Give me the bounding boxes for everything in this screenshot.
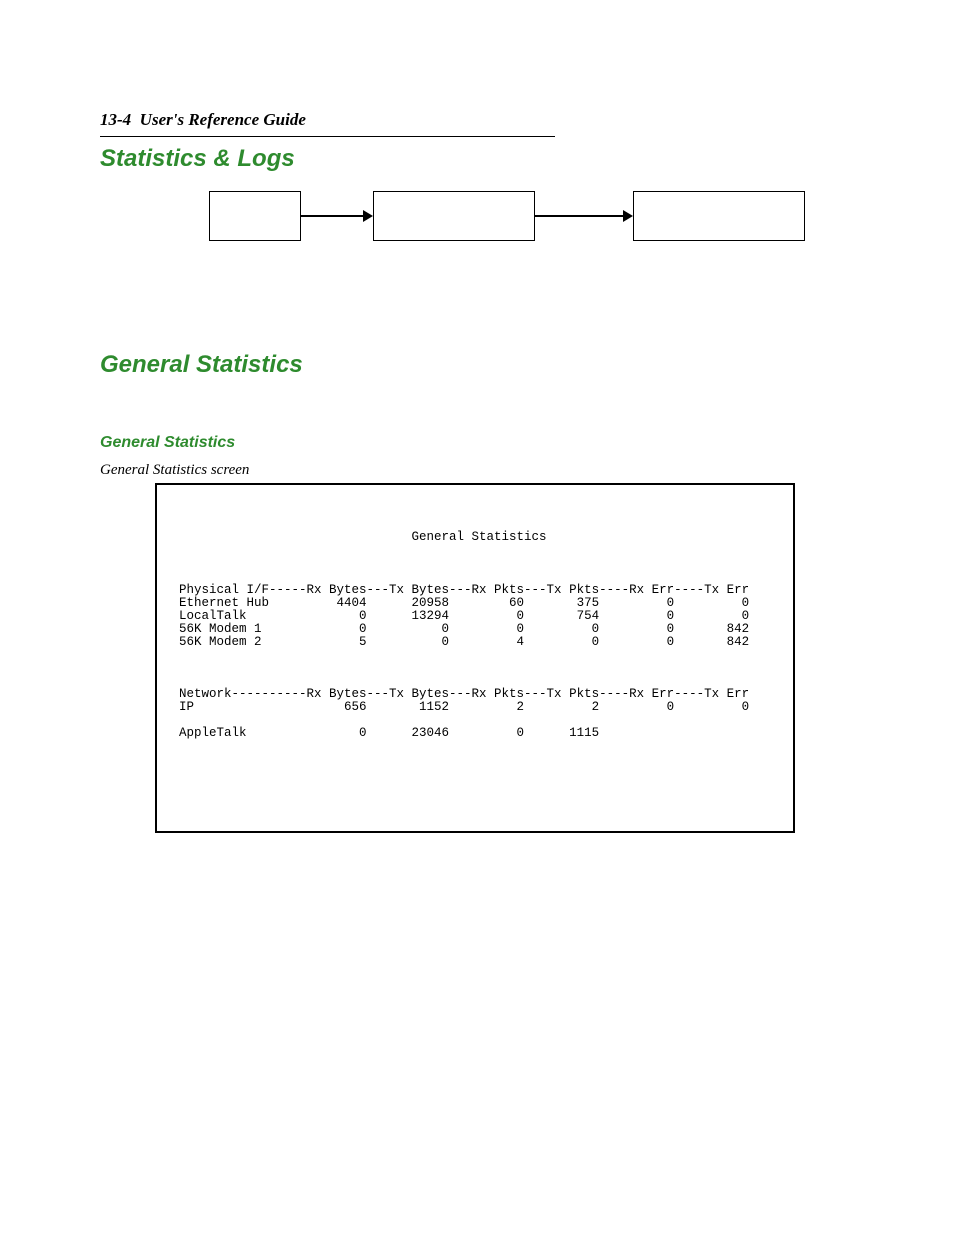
flow-diagram (100, 191, 854, 241)
sub-heading: General Statistics (100, 434, 854, 452)
flow-box-1 (209, 191, 301, 241)
flow-box-2 (373, 191, 535, 241)
page-number: 13-4 (100, 110, 131, 129)
terminal-title: General Statistics (179, 531, 779, 544)
guide-title: User's Reference Guide (140, 110, 306, 129)
page-header: 13-4 User's Reference Guide (100, 110, 854, 130)
arrow-icon (535, 210, 633, 222)
header-rule (100, 136, 555, 137)
terminal-screen: General Statistics Physical I/F-----Rx B… (155, 483, 795, 833)
terminal-body: Physical I/F-----Rx Bytes---Tx Bytes---R… (179, 584, 779, 740)
figure-caption: General Statistics screen (100, 462, 854, 479)
flow-box-3 (633, 191, 805, 241)
section-title: Statistics & Logs (100, 145, 854, 173)
subsection-title: General Statistics (100, 351, 854, 379)
arrow-icon (301, 210, 373, 222)
